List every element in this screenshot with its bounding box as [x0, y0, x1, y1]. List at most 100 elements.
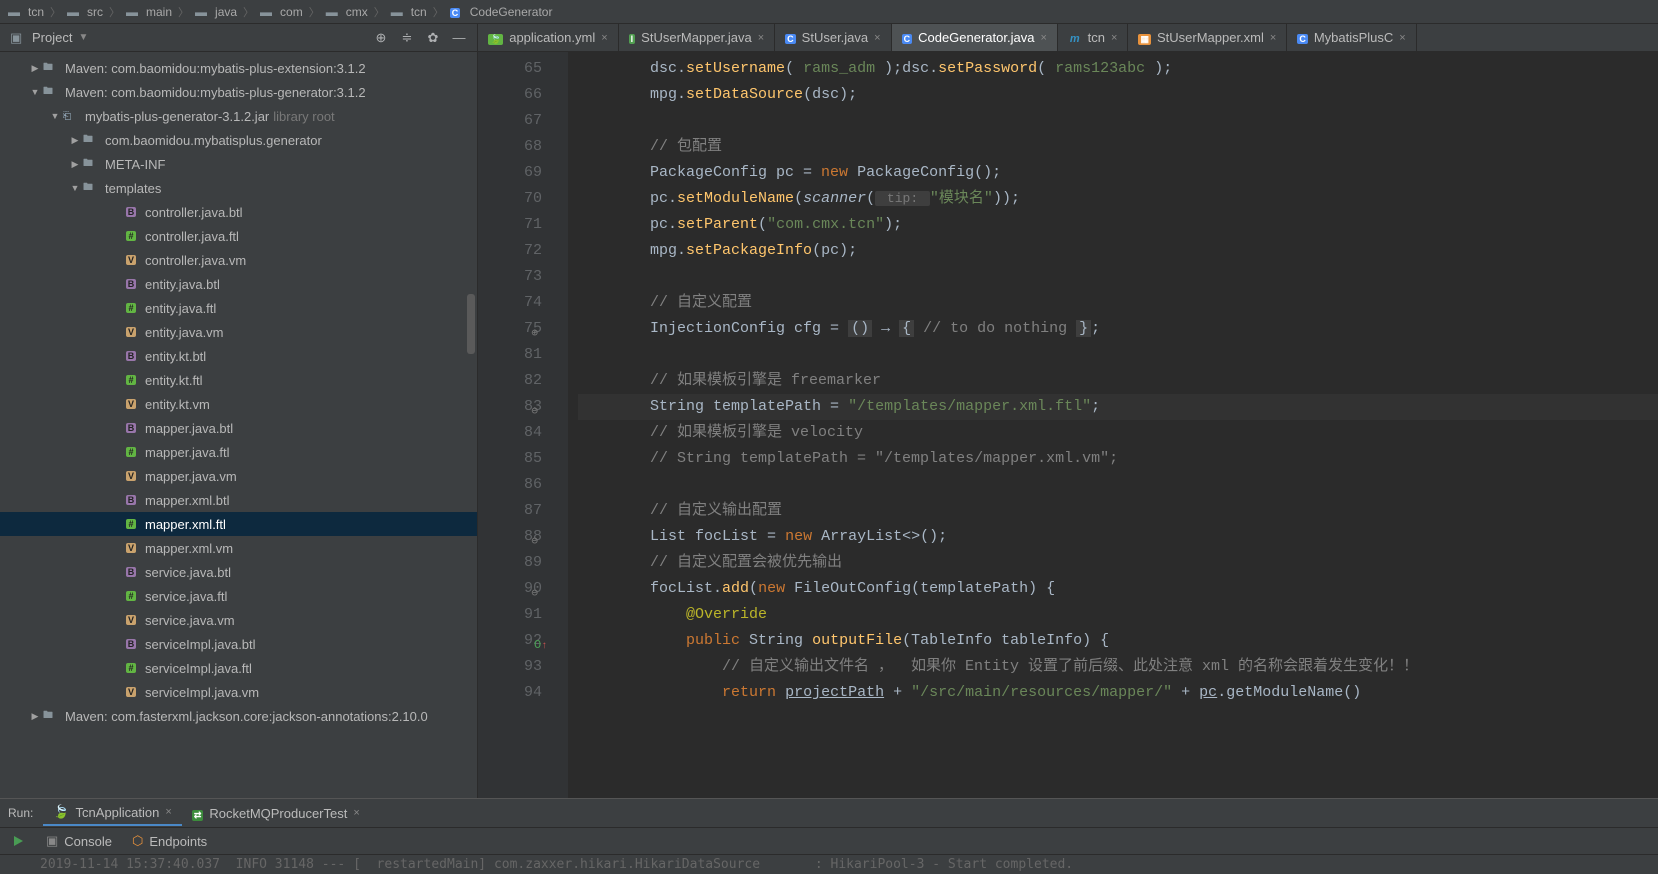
breadcrumb-java[interactable]: ▬java	[195, 5, 237, 19]
tree-row[interactable]: ▼🖿templates	[0, 176, 477, 200]
gutter-line[interactable]: 83⊖	[482, 394, 542, 420]
close-icon[interactable]: ×	[1040, 32, 1046, 44]
tree-row[interactable]: Vcontroller.java.vm	[0, 248, 477, 272]
folder-icon: 🖿	[43, 60, 59, 77]
tree-row[interactable]: Bmapper.java.btl	[0, 416, 477, 440]
tree-row[interactable]: #controller.java.ftl	[0, 224, 477, 248]
gutter-line[interactable]: 71	[482, 212, 542, 238]
tree-row[interactable]: ▶🖿Maven: com.baomidou:mybatis-plus-exten…	[0, 56, 477, 80]
breadcrumb-label: cmx	[346, 5, 368, 19]
breadcrumb-cmx[interactable]: ▬cmx	[326, 5, 368, 19]
breadcrumb-com[interactable]: ▬com	[260, 5, 303, 19]
tree-row[interactable]: Ventity.kt.vm	[0, 392, 477, 416]
gutter-line[interactable]: 72	[482, 238, 542, 264]
gutter-line[interactable]: 70	[482, 186, 542, 212]
gutter-line[interactable]: 85	[482, 446, 542, 472]
sidebar-title-row[interactable]: ▣ Project ▼	[10, 30, 365, 46]
gutter-line[interactable]: 93	[482, 654, 542, 680]
gutter-line[interactable]: 91	[482, 602, 542, 628]
tree-row[interactable]: #entity.java.ftl	[0, 296, 477, 320]
close-icon[interactable]: ×	[874, 32, 880, 44]
tree-label: templates	[105, 181, 161, 196]
gutter-line[interactable]: 73	[482, 264, 542, 290]
tree-row[interactable]: Vservice.java.vm	[0, 608, 477, 632]
tree-row[interactable]: Bentity.kt.btl	[0, 344, 477, 368]
gutter-line[interactable]: 67	[482, 108, 542, 134]
code-content[interactable]: dsc.setUsername( rams_adm );dsc.setPassw…	[568, 52, 1658, 798]
run-subtab-Endpoints[interactable]: ⬡Endpoints	[122, 829, 217, 853]
settings-gear-icon[interactable]: ✿	[425, 30, 441, 46]
gutter-line[interactable]: 89	[482, 550, 542, 576]
project-tree[interactable]: ▶🖿Maven: com.baomidou:mybatis-plus-exten…	[0, 52, 477, 798]
tree-row[interactable]: ▶🖿META-INF	[0, 152, 477, 176]
gutter-line[interactable]: 88⊖	[482, 524, 542, 550]
close-icon[interactable]: ×	[1111, 32, 1117, 44]
close-icon[interactable]: ×	[165, 806, 171, 818]
gutter-line[interactable]: 66	[482, 82, 542, 108]
tree-row[interactable]: #entity.kt.ftl	[0, 368, 477, 392]
tab-StUser.java[interactable]: CStUser.java×	[775, 24, 891, 51]
tree-row[interactable]: #mapper.xml.ftl	[0, 512, 477, 536]
collapse-icon[interactable]: ≑	[399, 30, 415, 46]
tab-application.yml[interactable]: 🍃application.yml×	[478, 24, 619, 51]
tree-row[interactable]: Bcontroller.java.btl	[0, 200, 477, 224]
tree-row[interactable]: #mapper.java.ftl	[0, 440, 477, 464]
tab-MybatisPlusC[interactable]: CMybatisPlusC×	[1287, 24, 1416, 51]
class-icon: C	[902, 34, 913, 44]
run-subtab-Console[interactable]: ▣Console	[36, 829, 122, 853]
tab-CodeGenerator.java[interactable]: CCodeGenerator.java×	[892, 24, 1058, 51]
code-area: 6566676869707172737475⊕818283⊖8485868788…	[478, 52, 1658, 798]
gutter-line[interactable]: 86	[482, 472, 542, 498]
gutter-line[interactable]: 81	[482, 342, 542, 368]
tree-row[interactable]: Bservice.java.btl	[0, 560, 477, 584]
tree-row[interactable]: BserviceImpl.java.btl	[0, 632, 477, 656]
gutter-line[interactable]: 75⊕	[482, 316, 542, 342]
close-icon[interactable]: ×	[353, 807, 359, 819]
gutter-line[interactable]: 87	[482, 498, 542, 524]
gutter-line[interactable]: 68	[482, 134, 542, 160]
breadcrumb-src[interactable]: ▬src	[67, 5, 103, 19]
tab-StUserMapper.xml[interactable]: ▦StUserMapper.xml×	[1128, 24, 1287, 51]
close-icon[interactable]: ×	[601, 32, 607, 44]
close-icon[interactable]: ×	[1399, 32, 1405, 44]
tree-row[interactable]: ▼🖿Maven: com.baomidou:mybatis-plus-gener…	[0, 80, 477, 104]
gutter-line[interactable]: 92O↑	[482, 628, 542, 654]
tree-row[interactable]: Vmapper.java.vm	[0, 464, 477, 488]
gutter-line[interactable]: 82	[482, 368, 542, 394]
tree-row[interactable]: VserviceImpl.java.vm	[0, 680, 477, 704]
close-icon[interactable]: ×	[758, 32, 764, 44]
breadcrumb-label: CodeGenerator	[470, 5, 553, 19]
tree-row[interactable]: ▼⎗mybatis-plus-generator-3.1.2.jarlibrar…	[0, 104, 477, 128]
tree-arrow-icon: ▼	[30, 87, 40, 97]
run-tab-RocketMQProducerTest[interactable]: ⇄RocketMQProducerTest×	[182, 800, 370, 826]
locate-icon[interactable]: ⊕	[373, 30, 389, 46]
gutter-line[interactable]: 84	[482, 420, 542, 446]
gutter-line[interactable]: 69	[482, 160, 542, 186]
breadcrumb-main[interactable]: ▬main	[126, 5, 172, 19]
test-icon: ⇄	[192, 806, 204, 821]
run-tab-TcnApplication[interactable]: 🍃TcnApplication×	[43, 800, 181, 826]
tree-row[interactable]: ▶🖿com.baomidou.mybatisplus.generator	[0, 128, 477, 152]
tab-tcn[interactable]: mtcn×	[1058, 24, 1129, 51]
tree-row[interactable]: #service.java.ftl	[0, 584, 477, 608]
vm-icon: V	[126, 327, 136, 337]
tree-row[interactable]: Bmapper.xml.btl	[0, 488, 477, 512]
hide-icon[interactable]: —	[451, 30, 467, 46]
tree-row[interactable]: Vmapper.xml.vm	[0, 536, 477, 560]
gutter-line[interactable]: 74	[482, 290, 542, 316]
tree-row[interactable]: ▶🖿Maven: com.fasterxml.jackson.core:jack…	[0, 704, 477, 728]
tree-row[interactable]: Bentity.java.btl	[0, 272, 477, 296]
run-play-button[interactable]	[0, 834, 36, 848]
breadcrumb-tcn[interactable]: ▬tcn	[391, 5, 427, 19]
breadcrumb-CodeGenerator[interactable]: CCodeGenerator	[450, 5, 553, 19]
tab-StUserMapper.java[interactable]: IStUserMapper.java×	[619, 24, 776, 51]
scrollbar-thumb[interactable]	[467, 294, 475, 354]
close-icon[interactable]: ×	[1270, 32, 1276, 44]
breadcrumb-tcn[interactable]: ▬tcn	[8, 5, 44, 19]
tree-row[interactable]: Ventity.java.vm	[0, 320, 477, 344]
ftl-icon: #	[126, 231, 135, 241]
gutter-line[interactable]: 94	[482, 680, 542, 706]
gutter-line[interactable]: 65	[482, 56, 542, 82]
tree-row[interactable]: #serviceImpl.java.ftl	[0, 656, 477, 680]
gutter-line[interactable]: 90⊖	[482, 576, 542, 602]
